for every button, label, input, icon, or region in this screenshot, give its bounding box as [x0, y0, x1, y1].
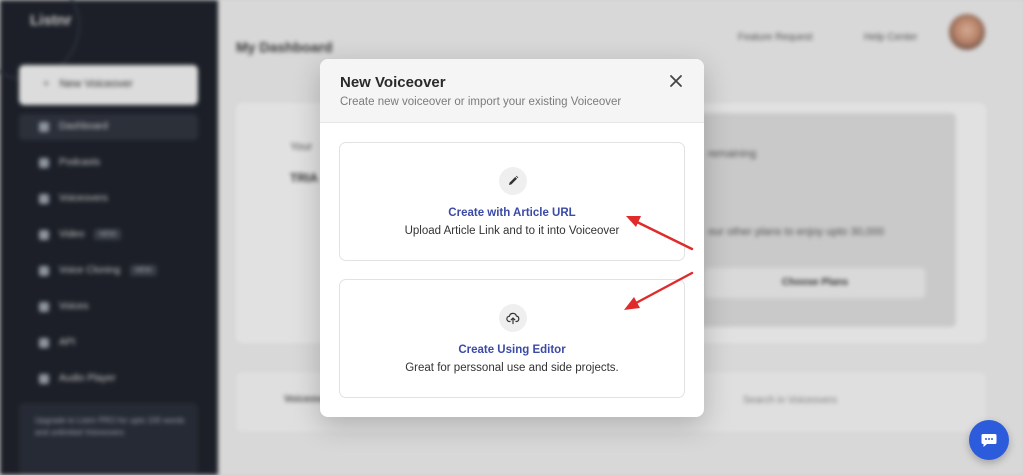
chat-bubble-icon	[981, 434, 997, 447]
arrow-to-article-url	[626, 216, 694, 251]
annotation-arrows	[624, 216, 694, 310]
arrow-to-editor	[624, 271, 694, 310]
chat-support-button[interactable]	[969, 420, 1009, 460]
